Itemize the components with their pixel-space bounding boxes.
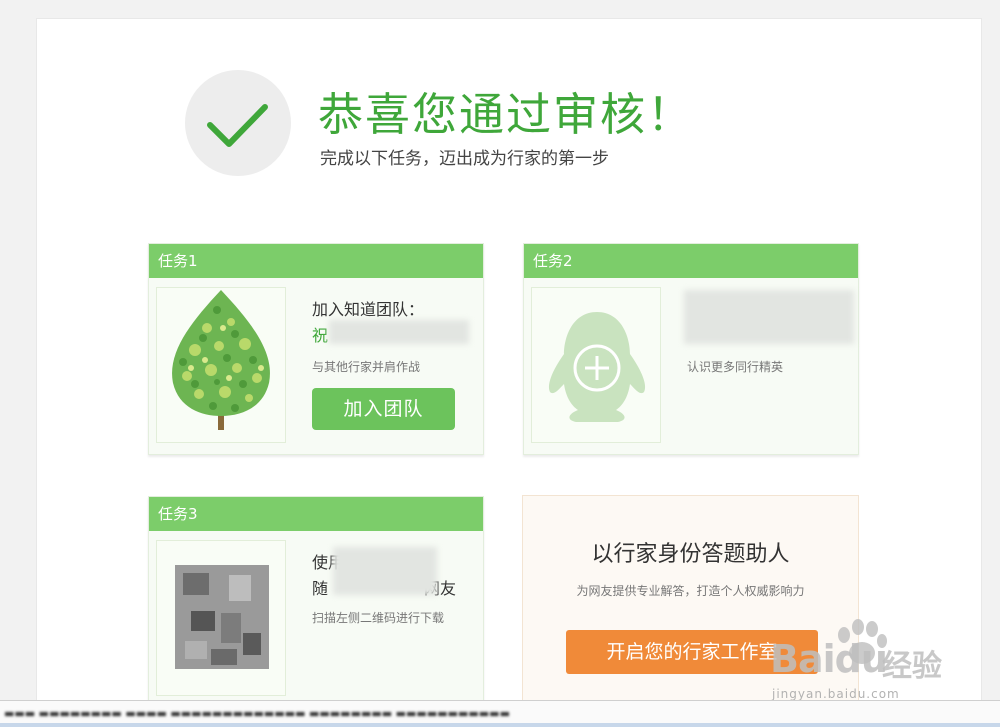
task-card-header: 任务2 — [524, 244, 858, 278]
page-subtitle: 完成以下任务，迈出成为行家的第一步 — [320, 149, 609, 169]
browser-status-bar: ▬▬▬ ▬▬▬▬▬▬▬▬ ▬▬▬▬ ▬▬▬▬▬▬▬▬▬▬▬▬▬ ▬▬▬▬▬▬▬▬… — [0, 700, 1000, 727]
task-desc: 与其他行家并肩作战 — [312, 360, 421, 374]
task-card-1: 任务1 加入知道团队： 祝 与其他行家并肩作战 加入团队 — [148, 243, 484, 455]
redacted-text — [333, 547, 437, 595]
redacted-text — [684, 290, 854, 344]
check-icon — [185, 70, 291, 176]
tree-icon — [156, 287, 286, 443]
promo-title: 以行家身份答题助人 — [591, 542, 790, 567]
redacted-text — [329, 320, 469, 344]
qq-penguin-icon — [531, 287, 661, 443]
task-card-2: 任务2 认识更多同行精英 — [523, 243, 859, 455]
task-card-header: 任务1 — [149, 244, 483, 278]
watermark-cn: 经验 — [882, 649, 942, 684]
join-team-button[interactable]: 加入团队 — [312, 388, 455, 430]
page-title: 恭喜您通过审核！ — [318, 88, 695, 141]
task-card-header: 任务3 — [149, 497, 483, 531]
promo-subtitle: 为网友提供专业解答，打造个人权威影响力 — [576, 584, 805, 598]
task-desc: 认识更多同行精英 — [687, 360, 784, 374]
task-title: 加入知道团队： — [312, 300, 425, 319]
task-card-3: 任务3 使用 随网友 扫描左侧二维码进行下载 — [148, 496, 484, 710]
watermark-url: jingyan.baidu.com — [772, 687, 900, 701]
watermark-logo: Baidu — [770, 637, 888, 681]
status-bar-text: ▬▬▬ ▬▬▬▬▬▬▬▬ ▬▬▬▬ ▬▬▬▬▬▬▬▬▬▬▬▬▬ ▬▬▬▬▬▬▬▬… — [4, 707, 510, 720]
qr-code-image — [156, 540, 286, 696]
baidu-watermark: Baidu 经验 jingyan.baidu.com — [760, 617, 960, 707]
taskbar-edge — [0, 723, 1000, 727]
task-desc: 扫描左侧二维码进行下载 — [312, 611, 445, 625]
task-team-name: 祝 — [312, 326, 329, 345]
